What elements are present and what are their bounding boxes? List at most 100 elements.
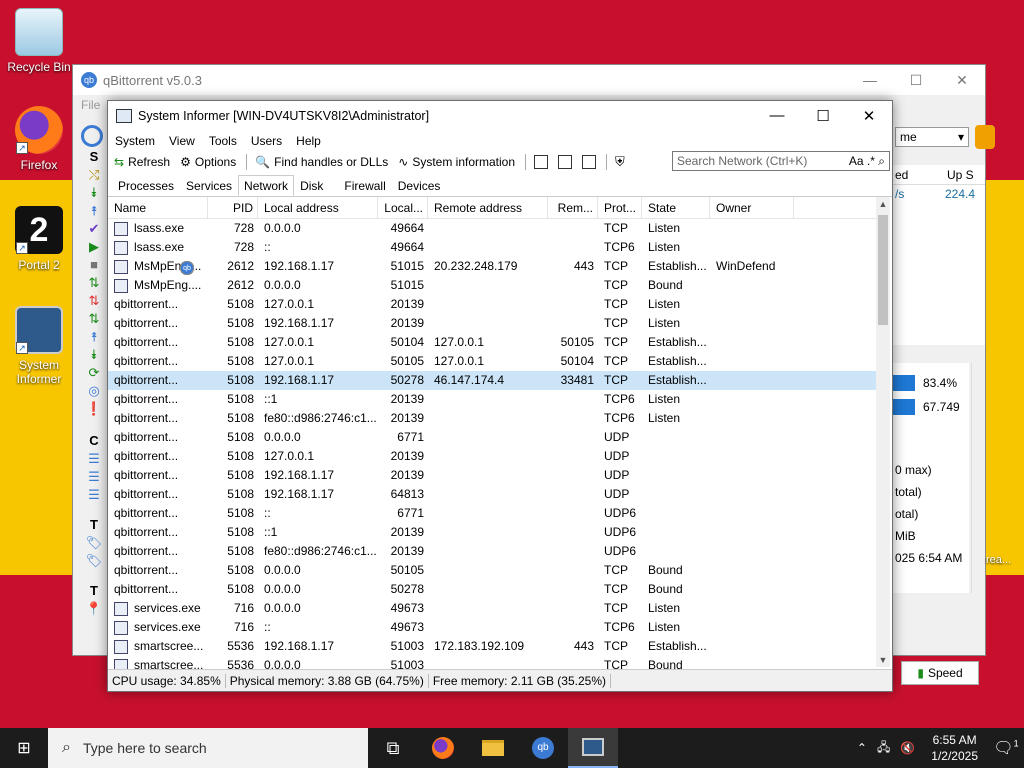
shield-icon[interactable]: ⛨ xyxy=(615,154,625,170)
table-row[interactable]: qb qbittorrent... 5108 0.0.0.0 50278 TCP Bound xyxy=(108,261,876,599)
search-icon[interactable]: ⌕ xyxy=(878,154,885,168)
qbittorrent-toolbar-icon[interactable] xyxy=(81,125,103,147)
menu-system[interactable]: System xyxy=(115,134,155,148)
table-row[interactable]: qbqbittorrent...5108::120139UDP6 xyxy=(108,261,876,542)
table-row[interactable]: qbqbittorrent...5108192.168.1.1720139UDP xyxy=(108,261,876,485)
start-button[interactable]: ⊞ xyxy=(0,728,48,768)
table-row[interactable]: lsass.exe 728:: 49664 TCP6 Listen xyxy=(108,238,876,257)
table-row[interactable]: qbqbittorrent...5108127.0.0.120139TCPLis… xyxy=(108,261,876,314)
menu-users[interactable]: Users xyxy=(251,134,282,148)
refresh-button[interactable]: ⇆ Refresh xyxy=(114,155,170,169)
match-case-icon[interactable]: Aa xyxy=(849,154,864,168)
table-row[interactable]: qbqbittorrent...5108192.168.1.1720139TCP… xyxy=(108,261,876,333)
check-icon[interactable]: ✔ xyxy=(79,221,109,239)
column-owner[interactable]: Owner xyxy=(710,197,794,218)
tab-processes[interactable]: Processes xyxy=(112,175,180,196)
close-window-icon[interactable] xyxy=(582,155,597,169)
scroll-up-icon[interactable]: ▲ xyxy=(876,199,890,209)
table-row[interactable]: qbqbittorrent...5108fe80::d986:2746:c1..… xyxy=(108,261,876,428)
minimize-button[interactable]: — xyxy=(754,107,800,125)
table-row[interactable]: lsass.exe 728 0.0.0.0 49664 TCP Listen xyxy=(108,219,876,238)
tab-firewall[interactable]: Firewall xyxy=(329,175,391,196)
up-chevrons-icon[interactable]: ⯭ xyxy=(79,203,109,221)
table-row[interactable]: qbqbittorrent...5108127.0.0.150104127.0.… xyxy=(108,261,876,352)
chevron-up-icon[interactable]: ⌃ xyxy=(851,741,873,755)
search-input[interactable]: Search Network (Ctrl+K) Aa .* ⌕ xyxy=(672,151,890,171)
taskbar-search[interactable]: ⌕ Type here to search xyxy=(48,728,368,768)
tab-services[interactable]: Services xyxy=(180,175,238,196)
table-row[interactable]: qbqbittorrent...5108127.0.0.120139UDP xyxy=(108,261,876,466)
maximize-button[interactable]: ☐ xyxy=(800,107,846,125)
table-row[interactable]: MsMpEng.... 2612 0.0.0.0 51015 TCP Bound xyxy=(108,276,876,295)
table-row[interactable]: MsMpEng.... 2612 192.168.1.17 51015 20.232.2… xyxy=(108,257,876,276)
system-informer-titlebar[interactable]: System Informer [WIN-DV4UTSKV8I2\Adminis… xyxy=(108,101,892,131)
table-row[interactable]: qbqbittorrent...5108192.168.1.175027846.… xyxy=(108,261,876,390)
table-row[interactable]: qbqbittorrent...5108::6771UDP6 xyxy=(108,261,876,523)
scrollbar-thumb[interactable] xyxy=(878,215,888,325)
qbittorrent-combo[interactable]: me ▾ xyxy=(895,127,969,147)
close-button[interactable]: ✕ xyxy=(939,72,985,89)
tab-disk[interactable]: Disk xyxy=(294,175,329,196)
tab-devices[interactable]: Devices xyxy=(392,175,447,196)
column-name[interactable]: Name xyxy=(108,197,208,218)
lock-icon[interactable] xyxy=(975,125,995,149)
clock[interactable]: 6:55 AM 1/2/2025 xyxy=(921,732,988,764)
list-icon[interactable]: ☰ xyxy=(79,451,109,469)
menu-tools[interactable]: Tools xyxy=(209,134,237,148)
updown-red-arrows-icon[interactable]: ⇅ xyxy=(79,293,109,311)
system-information-button[interactable]: ∿ System information xyxy=(398,155,515,169)
qbittorrent-scrollbar[interactable] xyxy=(971,363,983,593)
window-icon[interactable] xyxy=(534,155,549,169)
desktop-icon-portal2[interactable]: 2 ↗ Portal 2 xyxy=(4,206,74,272)
column-local-port[interactable]: Local... xyxy=(378,197,428,218)
table-row[interactable]: qbqbittorrent...5108fe80::d986:2746:c1..… xyxy=(108,261,876,561)
refresh-circle-icon[interactable]: ⟳ xyxy=(79,365,109,383)
regex-icon[interactable]: .* xyxy=(867,154,875,168)
table-row[interactable]: qbqbittorrent...51080.0.0.050105TCPBound xyxy=(108,261,876,580)
column-local-address[interactable]: Local address xyxy=(258,197,378,218)
menu-view[interactable]: View xyxy=(169,134,195,148)
network-icon[interactable]: 🖧 xyxy=(873,738,894,759)
close-button[interactable]: ✕ xyxy=(846,107,892,125)
column-protocol[interactable]: Prot... xyxy=(598,197,642,218)
updown-green-arrows-icon[interactable]: ⇅ xyxy=(79,311,109,329)
table-row[interactable]: smartscree... 5536 192.168.1.17 51003 172.18… xyxy=(108,637,876,656)
error-icon[interactable]: ❗ xyxy=(79,401,109,419)
volume-muted-icon[interactable]: 🔇 xyxy=(894,741,921,755)
taskbar-qbittorrent[interactable]: qb xyxy=(518,728,568,768)
list3-icon[interactable]: ☰ xyxy=(79,487,109,505)
shuffle-icon[interactable]: ⤭ xyxy=(79,167,109,185)
column-remote-address[interactable]: Remote address xyxy=(428,197,548,218)
up-chevrons2-icon[interactable]: ⯭ xyxy=(79,329,109,347)
column-pid[interactable]: PID xyxy=(208,197,258,218)
scroll-down-icon[interactable]: ▼ xyxy=(876,655,890,665)
table-row[interactable]: services.exe 716 0.0.0.0 49673 TCP Listen xyxy=(108,599,876,618)
maximize-button[interactable]: ☐ xyxy=(893,72,939,89)
taskbar-file-explorer[interactable] xyxy=(468,728,518,768)
task-view-button[interactable]: ⧉ xyxy=(368,728,418,768)
speed-button[interactable]: ▮ Speed xyxy=(901,661,979,685)
tag-icon[interactable]: 🏷 xyxy=(79,535,109,553)
play-icon[interactable]: ▶ xyxy=(79,239,109,257)
desktop-icon-recycle-bin[interactable]: Recycle Bin xyxy=(4,8,74,74)
location-icon[interactable]: 📍 xyxy=(79,601,109,619)
table-row[interactable]: qbqbittorrent...51080.0.0.06771UDP xyxy=(108,261,876,447)
target-icon[interactable]: ◎ xyxy=(79,383,109,401)
notifications-button[interactable]: 🗨1 xyxy=(988,738,1024,758)
menu-help[interactable]: Help xyxy=(296,134,321,148)
list2-icon[interactable]: ☰ xyxy=(79,469,109,487)
column-remote-port[interactable]: Rem... xyxy=(548,197,598,218)
qbittorrent-titlebar[interactable]: qb qBittorrent v5.0.3 — ☐ ✕ xyxy=(73,65,985,95)
desktop-icon-system-informer[interactable]: ↗ System Informer xyxy=(4,306,74,386)
down-chevrons-icon[interactable]: ⯯ xyxy=(79,185,109,203)
down-chevrons2-icon[interactable]: ⯯ xyxy=(79,347,109,365)
taskbar-system-informer[interactable] xyxy=(568,728,618,768)
desktop-icon-firefox[interactable]: ↗ Firefox xyxy=(4,106,74,172)
table-row[interactable]: services.exe 716:: 49673 TCP6 Listen xyxy=(108,618,876,637)
tag2-icon[interactable]: 🏷 xyxy=(79,553,109,571)
table-row[interactable]: qbqbittorrent...5108192.168.1.1764813UDP xyxy=(108,261,876,504)
options-button[interactable]: ⚙ Options xyxy=(180,155,236,169)
vertical-scrollbar[interactable]: ▲ ▼ xyxy=(876,197,890,667)
minimize-button[interactable]: — xyxy=(847,72,893,89)
stop-icon[interactable]: ■ xyxy=(79,257,109,275)
